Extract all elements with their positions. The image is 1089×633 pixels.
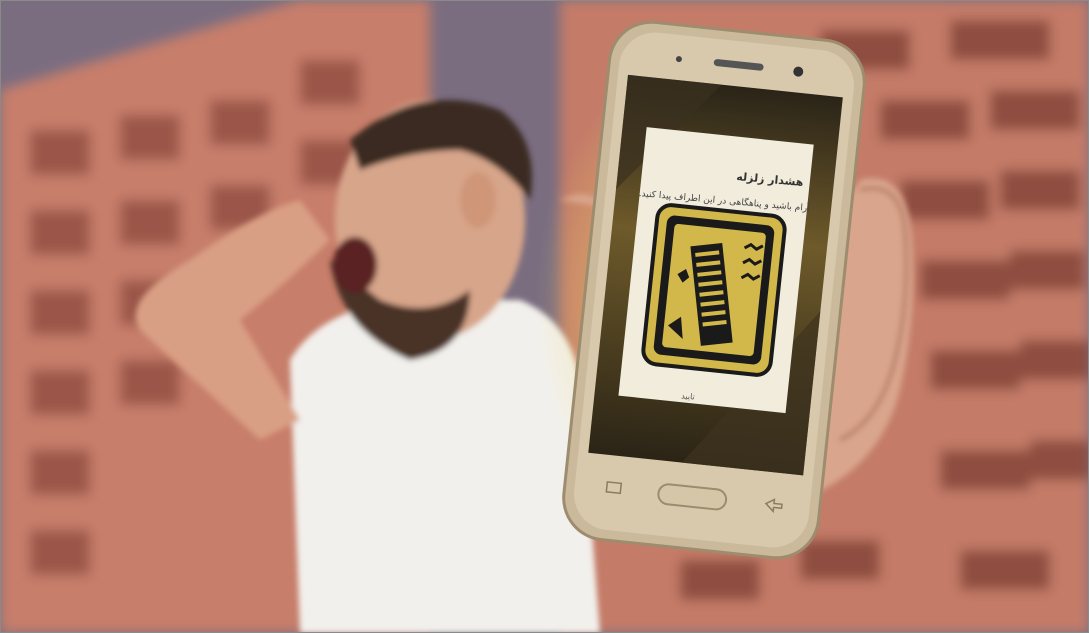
- smartphone: [562, 20, 866, 560]
- earthquake-alert-scene: هشدار زلزله آرام باشید و پناهگاهی در این…: [0, 0, 1089, 633]
- earthquake-building-icon: [641, 203, 787, 377]
